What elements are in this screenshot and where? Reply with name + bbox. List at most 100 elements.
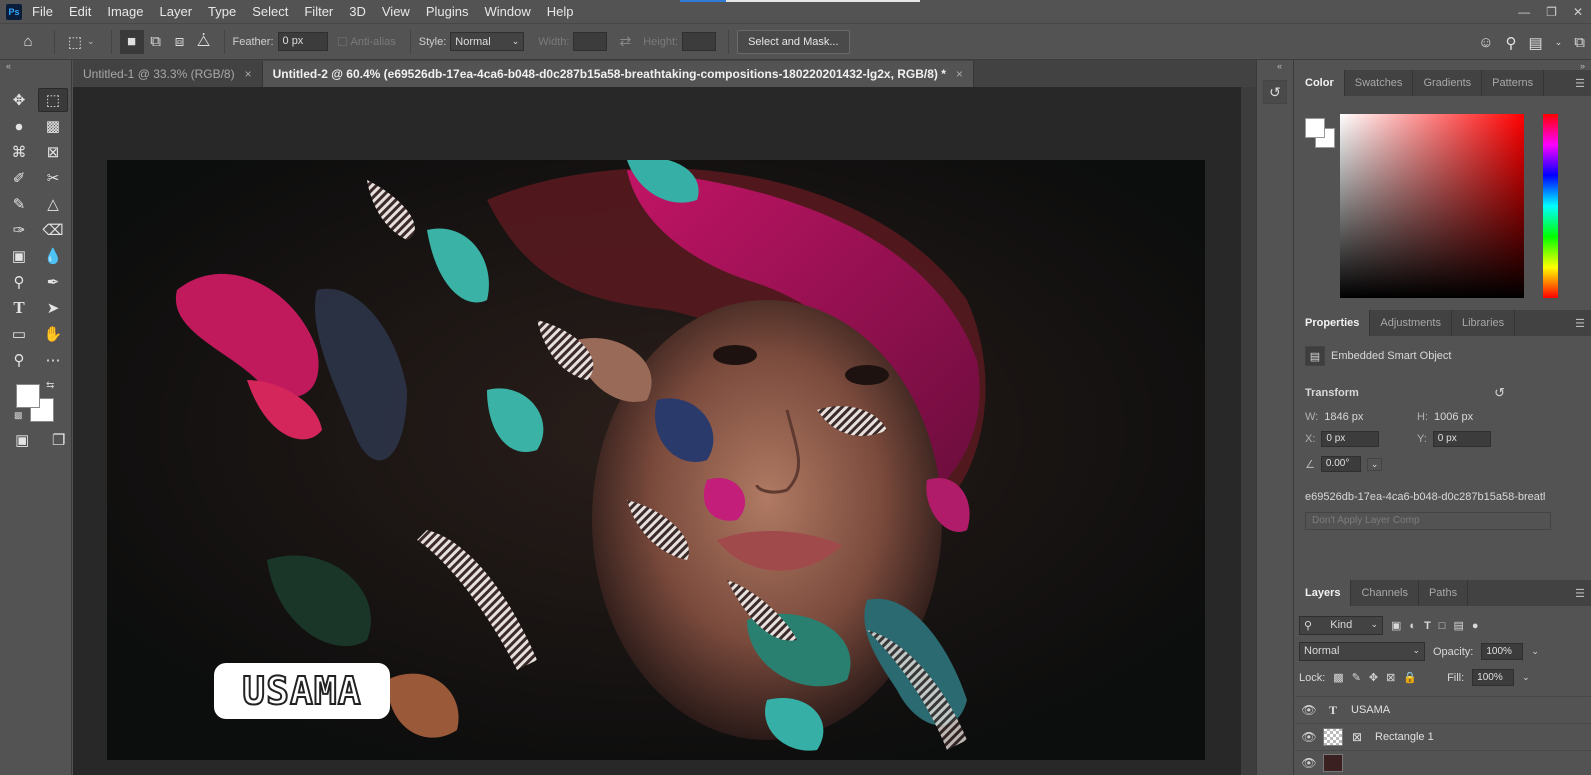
hand-tool-icon[interactable]: ✋ <box>38 322 68 346</box>
collapse-icon[interactable]: « <box>0 60 71 71</box>
foreground-swatch[interactable] <box>1305 118 1325 138</box>
kind-filter-select[interactable]: ⚲ Kind ⌄ <box>1299 616 1383 635</box>
brush-tool-icon[interactable]: ✎ <box>4 192 34 216</box>
tab-layers[interactable]: Layers <box>1295 580 1352 606</box>
add-selection-icon[interactable]: ⧉ <box>144 30 168 54</box>
document-canvas[interactable]: USAMA <box>107 160 1205 760</box>
feather-input[interactable]: 0 px <box>277 32 328 51</box>
blur-tool-icon[interactable]: 💧 <box>38 244 68 268</box>
canvas-vertical-scrollbar[interactable] <box>1241 87 1256 775</box>
style-select[interactable]: Normal ⌄ <box>450 32 525 51</box>
intersect-selection-icon[interactable]: ⧊ <box>192 30 216 54</box>
frame-tool-icon[interactable]: ⊠ <box>38 140 68 164</box>
path-selection-tool-icon[interactable]: ➤ <box>38 296 68 320</box>
collapse-icon[interactable]: « <box>1257 60 1293 71</box>
search-icon[interactable]: ⚲ <box>1506 34 1517 52</box>
lasso-tool-icon[interactable]: ⦁ <box>4 114 34 138</box>
close-icon[interactable]: × <box>956 67 963 81</box>
menu-layer[interactable]: Layer <box>152 0 201 23</box>
usama-label-shape[interactable]: USAMA <box>214 663 390 719</box>
screen-mode-icon[interactable]: ❐ <box>47 428 72 452</box>
tab-paths[interactable]: Paths <box>1419 580 1469 606</box>
type-filter-icon[interactable]: T <box>1424 620 1431 632</box>
swap-dimensions-icon[interactable]: ⇄ <box>619 33 631 50</box>
layer-row-image[interactable]: 👁 <box>1295 750 1591 775</box>
tab-adjustments[interactable]: Adjustments <box>1370 310 1452 336</box>
canvas-area[interactable]: USAMA <box>73 87 1241 775</box>
spot-healing-tool-icon[interactable]: ✂ <box>38 166 68 190</box>
tab-properties[interactable]: Properties <box>1295 310 1371 336</box>
eraser-tool-icon[interactable]: ⌫ <box>38 218 68 242</box>
width-input[interactable] <box>573 32 608 51</box>
layer-comp-select[interactable]: Don't Apply Layer Comp <box>1305 512 1551 530</box>
panel-menu-icon[interactable]: ☰ <box>1575 77 1585 90</box>
tab-untitled-1[interactable]: Untitled-1 @ 33.3% (RGB/8) × <box>73 61 263 87</box>
eye-icon[interactable]: 👁 <box>1295 703 1323 717</box>
swap-colors-icon[interactable]: ⇆ <box>46 380 54 391</box>
quick-mask-icon[interactable]: ▣ <box>10 428 35 452</box>
history-brush-tool-icon[interactable]: ✑ <box>4 218 34 242</box>
pen-tool-icon[interactable]: ✒ <box>38 270 68 294</box>
fill-input[interactable]: 100% <box>1472 669 1515 686</box>
layer-row-rectangle-1[interactable]: 👁 ⊠ Rectangle 1 <box>1295 723 1591 750</box>
rectangle-tool-icon[interactable]: ▭ <box>4 322 34 346</box>
chevron-down-icon[interactable]: ⌄ <box>1522 672 1530 683</box>
menu-3d[interactable]: 3D <box>341 0 374 23</box>
foreground-color[interactable] <box>16 384 40 408</box>
restore-icon[interactable]: ❐ <box>1546 5 1557 19</box>
menu-help[interactable]: Help <box>539 0 582 23</box>
gradient-tool-icon[interactable]: ▣ <box>4 244 34 268</box>
filter-toggle-icon[interactable]: ● <box>1472 620 1479 632</box>
clone-stamp-tool-icon[interactable]: △ <box>38 192 68 216</box>
tab-swatches[interactable]: Swatches <box>1345 70 1414 96</box>
panel-menu-icon[interactable]: ☰ <box>1575 317 1585 330</box>
workspace-icon[interactable]: ▤ <box>1529 34 1543 52</box>
chevron-down-icon[interactable]: ⌄ <box>1555 37 1563 48</box>
pixel-filter-icon[interactable]: ▣ <box>1391 619 1401 632</box>
share-user-icon[interactable]: ☺ <box>1478 34 1493 51</box>
blend-mode-select[interactable]: Normal ⌄ <box>1299 642 1425 661</box>
marquee-preset-icon[interactable]: ⬚ <box>63 30 87 54</box>
menu-plugins[interactable]: Plugins <box>418 0 477 23</box>
tab-gradients[interactable]: Gradients <box>1413 70 1483 96</box>
tab-untitled-2[interactable]: Untitled-2 @ 60.4% (e69526db-17ea-4ca6-b… <box>262 61 974 87</box>
panel-menu-icon[interactable]: ☰ <box>1575 587 1585 600</box>
menu-image[interactable]: Image <box>99 0 151 23</box>
lock-all-icon[interactable]: 🔒 <box>1403 671 1417 684</box>
select-and-mask-button[interactable]: Select and Mask... <box>737 29 850 54</box>
tab-libraries[interactable]: Libraries <box>1452 310 1516 336</box>
angle-input[interactable]: 0.00° <box>1320 456 1361 472</box>
layer-row-usama[interactable]: 👁 T USAMA <box>1295 696 1591 723</box>
chevron-down-icon[interactable]: ⌄ <box>1531 646 1539 657</box>
y-input[interactable]: 0 px <box>1432 431 1491 447</box>
chevron-down-icon[interactable]: ⌄ <box>1366 457 1383 471</box>
menu-window[interactable]: Window <box>476 0 538 23</box>
lock-image-icon[interactable]: ✎ <box>1352 671 1361 684</box>
shape-filter-icon[interactable]: □ <box>1439 620 1446 632</box>
eye-icon[interactable]: 👁 <box>1295 756 1323 770</box>
history-panel-icon[interactable]: ↺ <box>1263 80 1287 104</box>
menu-type[interactable]: Type <box>200 0 244 23</box>
color-picker-field[interactable] <box>1340 114 1524 298</box>
menu-view[interactable]: View <box>374 0 418 23</box>
menu-filter[interactable]: Filter <box>296 0 341 23</box>
rectangular-marquee-tool-icon[interactable]: ⬚ <box>38 88 68 112</box>
default-colors-icon[interactable]: ▩ <box>14 410 23 421</box>
type-tool-icon[interactable]: T <box>4 296 34 320</box>
object-selection-tool-icon[interactable]: ▩ <box>38 114 68 138</box>
home-icon[interactable]: ⌂ <box>16 30 40 54</box>
eye-icon[interactable]: 👁 <box>1295 730 1323 744</box>
adjustment-filter-icon[interactable]: ◐ <box>1409 620 1416 632</box>
antialias-checkbox[interactable]: Anti-alias <box>337 36 396 48</box>
x-input[interactable]: 0 px <box>1321 431 1380 447</box>
hue-slider[interactable] <box>1543 114 1558 298</box>
subtract-selection-icon[interactable]: ⧈ <box>168 30 192 54</box>
tab-patterns[interactable]: Patterns <box>1482 70 1545 96</box>
lock-position-icon[interactable]: ✥ <box>1369 671 1378 684</box>
tab-color[interactable]: Color <box>1295 70 1345 96</box>
reset-transform-icon[interactable]: ↺ <box>1494 385 1505 401</box>
new-selection-icon[interactable]: ■ <box>119 29 144 54</box>
crop-tool-icon[interactable]: ⌘ <box>4 140 34 164</box>
tab-channels[interactable]: Channels <box>1351 580 1419 606</box>
close-icon[interactable]: ✕ <box>1573 5 1583 19</box>
